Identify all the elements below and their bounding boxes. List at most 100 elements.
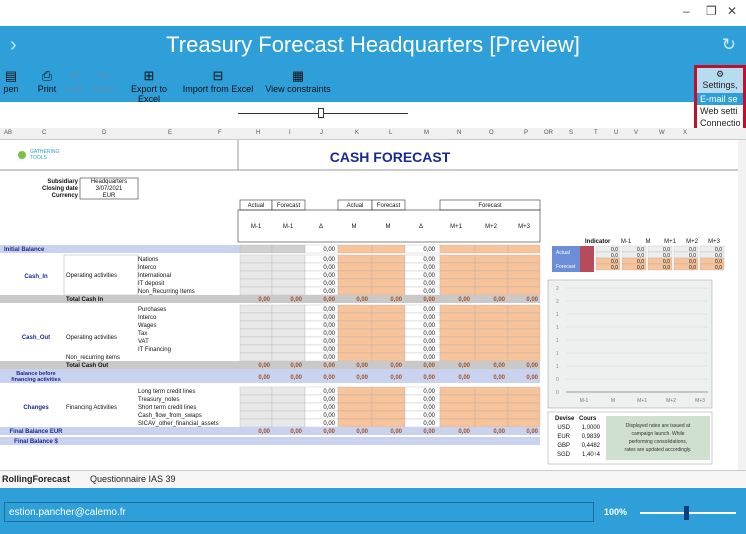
currency-code: USD: [557, 425, 570, 431]
section-final-eur: Final Balance EUR: [9, 429, 63, 435]
currency-rate: 1,40↑4: [582, 452, 601, 458]
period-label: Δ: [319, 224, 323, 230]
close-icon[interactable]: ✕: [727, 4, 737, 18]
tab-rolling-forecast[interactable]: RollingForecast: [2, 474, 70, 484]
grid-cell: [271, 402, 306, 412]
mini-chart-xtick: M: [611, 398, 615, 404]
grid-cell: [507, 410, 541, 420]
cell-value: 0,00: [423, 247, 435, 253]
grid-cell: [474, 254, 509, 264]
grid-cell: [271, 336, 306, 346]
grid-cell: [337, 286, 373, 296]
grid-cell: [239, 336, 273, 346]
grid-cell: [239, 418, 273, 428]
column-header[interactable]: X: [683, 130, 687, 136]
column-header[interactable]: I: [289, 130, 291, 136]
grid-cell: [371, 344, 406, 354]
rates-note: rates are updated accordingly.: [625, 447, 692, 453]
import-excel-button[interactable]: ⊟ Import from Excel: [180, 66, 256, 102]
grid-cell: [371, 402, 406, 412]
financing-item: Long term credit lines: [138, 389, 195, 395]
zoom-column-slider[interactable]: [238, 105, 408, 121]
undo-button[interactable]: ↶ Undo: [62, 66, 88, 102]
grid-cell: [439, 394, 476, 404]
settings-header[interactable]: ⚙ Settings,: [697, 68, 743, 93]
final-value: 0,00: [323, 429, 335, 435]
settings-item-1[interactable]: Web setti: [697, 105, 743, 117]
column-header[interactable]: H: [256, 130, 260, 136]
grid-cell: [474, 336, 509, 346]
mini-chart-xtick: M+3: [695, 398, 705, 404]
financing-item: Treasury_notes: [138, 397, 179, 403]
column-header[interactable]: P: [524, 130, 528, 136]
grid-cell: [337, 254, 373, 264]
constraints-button[interactable]: ▦ View constraints: [258, 66, 338, 102]
currency-code: SGD: [557, 452, 571, 458]
column-headers: AB C D E F H I J K L M N O P OR S T U V W X: [0, 128, 746, 140]
minimize-icon[interactable]: –: [683, 4, 690, 18]
balance-value: 0,00: [526, 375, 538, 381]
grid-cell: [507, 402, 541, 412]
financing-item: Cash_flow_from_swaps: [138, 413, 202, 419]
column-header[interactable]: W: [659, 130, 665, 136]
grid-cell: [474, 352, 509, 362]
column-header[interactable]: N: [457, 130, 461, 136]
column-header[interactable]: T: [594, 130, 598, 136]
gear-icon: ⚙: [715, 69, 725, 79]
grid-cell: [371, 352, 406, 362]
export-excel-button[interactable]: ⊞ Export to Excel: [120, 66, 178, 104]
tab-questionnaire[interactable]: Questionnaire IAS 39: [90, 474, 176, 484]
cell-value: 0,00: [423, 257, 435, 263]
refresh-icon[interactable]: ↻: [722, 35, 736, 55]
grid-cell: [507, 386, 541, 396]
total-value: 0,00: [356, 297, 368, 303]
total-value: 0,00: [258, 297, 270, 303]
column-header[interactable]: K: [355, 130, 359, 136]
grid-cell: [371, 270, 406, 280]
spreadsheet[interactable]: GATHERING TOOLS CASH FORECAST Subsidiary Clo…: [0, 140, 738, 470]
grid-cell: [507, 254, 541, 264]
final-value: 0,00: [290, 429, 302, 435]
grid-cell: [271, 278, 306, 288]
cash-in-group: Operating activities: [66, 273, 117, 279]
column-header[interactable]: V: [634, 130, 638, 136]
grid-cell: [474, 278, 509, 288]
grid-cell: [239, 402, 273, 412]
undo-icon: ↶: [69, 68, 81, 83]
balance-value: 0,00: [390, 375, 402, 381]
grid-cell: [439, 286, 476, 296]
cell-value: 0,00: [423, 413, 435, 419]
cell-value: 0,00: [423, 339, 435, 345]
grid-cell: [439, 320, 476, 330]
redo-button[interactable]: ↷ Redo: [90, 66, 116, 102]
total-value: 0,00: [290, 363, 302, 369]
ribbon-label: Import from Excel: [182, 84, 254, 94]
mini-chart-ytick: 2: [556, 286, 559, 292]
settings-item-0[interactable]: E-mail se: [697, 93, 743, 105]
column-header[interactable]: J: [320, 130, 323, 136]
grid-cell: [371, 328, 406, 338]
grid-cell: [337, 336, 373, 346]
column-header[interactable]: U: [614, 130, 618, 136]
column-header[interactable]: E: [168, 130, 172, 136]
floppy-button[interactable]: ▤ pen: [0, 66, 22, 102]
balance-value: 0,00: [290, 375, 302, 381]
cell-value: 0,00: [323, 405, 335, 411]
column-header[interactable]: C: [42, 130, 46, 136]
grid-cell: [439, 244, 476, 254]
cell-value: 0,00: [423, 331, 435, 337]
column-header[interactable]: D: [102, 130, 106, 136]
restore-icon[interactable]: ❐: [706, 4, 717, 18]
grid-cell: [271, 394, 306, 404]
column-header[interactable]: L: [389, 130, 392, 136]
column-header[interactable]: M: [424, 130, 429, 136]
column-header[interactable]: AB: [4, 130, 12, 136]
total-value: 0,00: [323, 363, 335, 369]
vertical-scrollbar[interactable]: [738, 140, 746, 470]
column-header[interactable]: S: [569, 130, 573, 136]
column-header[interactable]: O: [489, 130, 494, 136]
column-header[interactable]: OR: [544, 130, 553, 136]
column-header[interactable]: F: [218, 130, 222, 136]
zoom-slider-thumb[interactable]: [684, 506, 689, 520]
printer-button[interactable]: ⎙ Print: [34, 66, 60, 102]
